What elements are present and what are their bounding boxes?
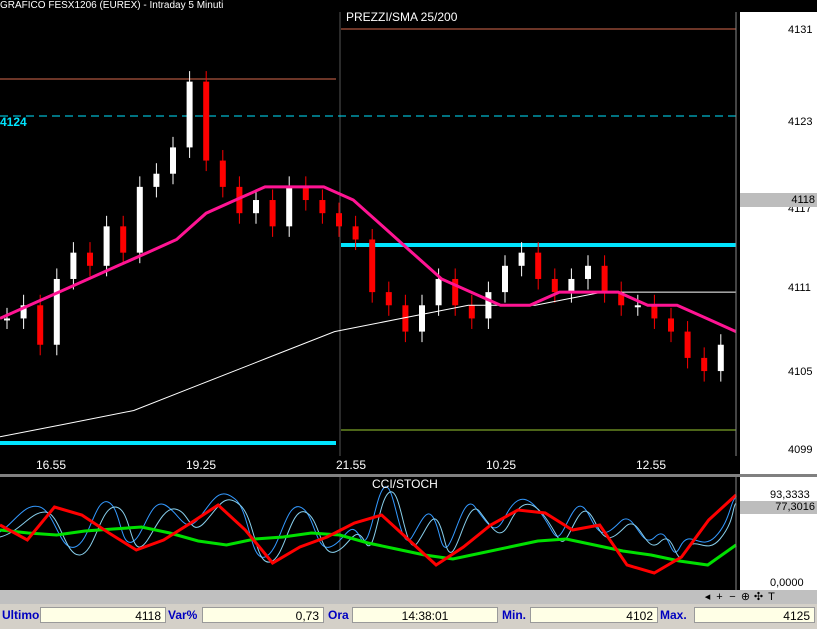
- x-tick: 19.25: [186, 458, 217, 472]
- price-chart-panel[interactable]: PREZZI/SMA 25/200 4124: [0, 10, 740, 458]
- candle-body: [435, 278, 442, 306]
- candle-body: [37, 305, 44, 345]
- price-panel-title: PREZZI/SMA 25/200: [346, 10, 458, 24]
- var-value: 0,73: [202, 607, 324, 623]
- crosshair-button[interactable]: ⊕: [740, 591, 751, 603]
- candle-body: [219, 160, 226, 187]
- candle-body: [701, 357, 708, 372]
- candle-body: [535, 252, 542, 279]
- candle-body: [203, 81, 210, 161]
- candle-body: [651, 305, 658, 319]
- candle-body: [253, 200, 259, 214]
- candle-body: [319, 200, 326, 214]
- time-axis-corner: [740, 456, 817, 474]
- candle-body: [186, 81, 193, 148]
- indicator-axis: 93,3333 77,3016 0,0000: [740, 477, 817, 590]
- sma200-line: [0, 291, 736, 438]
- candle-body: [419, 305, 425, 332]
- zoom-out-button[interactable]: −: [727, 591, 738, 603]
- candle-body: [153, 173, 160, 187]
- price-chart: [0, 12, 737, 458]
- cci-line: [0, 493, 738, 575]
- last-price-marker: 4118: [740, 193, 817, 207]
- candle-body: [385, 292, 392, 306]
- candle-body: [53, 278, 60, 345]
- ultimo-label: Ultimo: [2, 608, 40, 622]
- text-button[interactable]: T: [766, 591, 777, 603]
- y-tick: 4105: [788, 366, 813, 378]
- y-tick: 4099: [788, 444, 813, 456]
- indicator-panel[interactable]: CCI/STOCH: [0, 477, 740, 590]
- candle-body: [369, 239, 376, 293]
- candle-body: [585, 265, 591, 279]
- ultimo-value: 4118: [40, 607, 166, 623]
- candle-body: [468, 305, 475, 319]
- candle-body: [4, 318, 10, 321]
- ind-y-tick: 0,0000: [770, 577, 804, 589]
- x-tick: 16.55: [36, 458, 67, 472]
- ora-value: 14:38:01: [352, 607, 498, 623]
- candle-body: [352, 226, 359, 240]
- indicator-chart: [0, 477, 738, 590]
- candle-body: [286, 186, 293, 227]
- candle-body: [684, 331, 691, 358]
- candle-body: [634, 305, 641, 308]
- candle-body: [170, 147, 176, 174]
- candles-group: [4, 71, 724, 382]
- candle-body: [103, 226, 110, 266]
- y-tick: 4111: [788, 282, 811, 294]
- y-tick: 4131: [788, 24, 813, 36]
- var-label: Var%: [168, 608, 198, 622]
- move-button[interactable]: ✣: [753, 591, 764, 603]
- level-label: 4124: [0, 115, 27, 129]
- y-tick: 4123: [788, 116, 813, 128]
- candle-body: [668, 318, 674, 332]
- time-axis: 16.55 19.25 21.55 10.25 12.55: [0, 456, 740, 474]
- zoom-in-button[interactable]: +: [714, 591, 725, 603]
- candle-body: [336, 213, 342, 227]
- ora-label: Ora: [328, 608, 349, 622]
- candle-body: [87, 252, 93, 266]
- scroll-left-icon[interactable]: ◂: [702, 591, 713, 603]
- min-value: 4102: [530, 607, 658, 623]
- candle-body: [551, 278, 558, 293]
- max-label: Max.: [660, 608, 687, 622]
- candle-body: [568, 278, 575, 293]
- sma25-line: [0, 185, 737, 333]
- price-axis: 4131 4123 4117 4111 4105 4099 4118: [740, 12, 817, 458]
- x-tick: 12.55: [636, 458, 667, 472]
- indicator-panel-title: CCI/STOCH: [372, 477, 438, 491]
- candle-body: [302, 186, 309, 201]
- candle-body: [502, 265, 508, 293]
- candle-body: [518, 252, 525, 266]
- osc-line-1: [0, 486, 737, 558]
- scrollbar[interactable]: [0, 590, 817, 604]
- max-value: 4125: [694, 607, 815, 623]
- candle-body: [120, 226, 127, 253]
- candle-body: [136, 186, 143, 253]
- ind-value-marker: 77,3016: [740, 501, 817, 514]
- candle-body: [601, 265, 608, 293]
- ind-y-tick: 93,3333: [770, 489, 810, 501]
- x-tick: 10.25: [486, 458, 517, 472]
- x-tick: 21.55: [336, 458, 367, 472]
- candle-body: [269, 200, 276, 227]
- candle-body: [717, 344, 724, 372]
- candle-body: [70, 252, 77, 279]
- min-label: Min.: [502, 608, 526, 622]
